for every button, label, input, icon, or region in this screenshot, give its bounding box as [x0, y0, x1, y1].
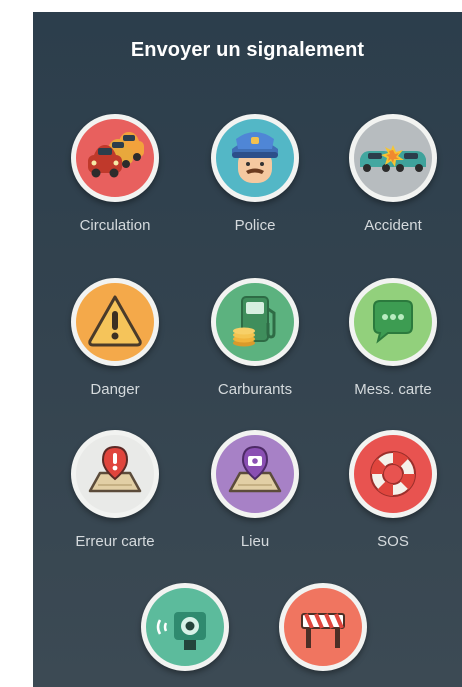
warning-triangle-icon: [71, 278, 159, 366]
report-danger-button[interactable]: Danger: [45, 278, 185, 408]
map-error-icon: [71, 430, 159, 518]
report-sos-button[interactable]: SOS: [323, 430, 462, 560]
traffic-jam-icon: [71, 114, 159, 202]
place-camera-icon: [211, 430, 299, 518]
report-label: Circulation: [79, 217, 151, 234]
road-closure-icon: [279, 583, 367, 671]
police-officer-icon: [211, 114, 299, 202]
report-label: SOS: [377, 533, 409, 550]
report-fuel-button[interactable]: Carburants: [185, 278, 325, 408]
report-label: Mess. carte: [354, 381, 432, 398]
report-label: Police: [234, 217, 276, 234]
report-label: Erreur carte: [75, 533, 155, 550]
report-accident-button[interactable]: Accident: [323, 114, 462, 244]
report-speed-camera-button[interactable]: [115, 583, 255, 687]
report-label: Carburants: [217, 381, 293, 398]
report-police-button[interactable]: Police: [185, 114, 325, 244]
report-label: Lieu: [240, 533, 270, 550]
report-traffic-button[interactable]: Circulation: [45, 114, 185, 244]
report-place-button[interactable]: Lieu: [185, 430, 325, 560]
chat-bubble-icon: [349, 278, 437, 366]
report-label: Danger: [90, 381, 140, 398]
report-road-closure-button[interactable]: [253, 583, 393, 687]
page-title: Envoyer un signalement: [130, 39, 365, 61]
lifebuoy-icon: [349, 430, 437, 518]
speed-camera-icon: [141, 583, 229, 671]
report-panel: Envoyer un signalement Circulation Polic…: [33, 12, 462, 687]
report-map-error-button[interactable]: Erreur carte: [45, 430, 185, 560]
report-map-chat-button[interactable]: Mess. carte: [323, 278, 462, 408]
report-label: Accident: [364, 217, 422, 234]
car-crash-icon: [349, 114, 437, 202]
fuel-pump-icon: [211, 278, 299, 366]
